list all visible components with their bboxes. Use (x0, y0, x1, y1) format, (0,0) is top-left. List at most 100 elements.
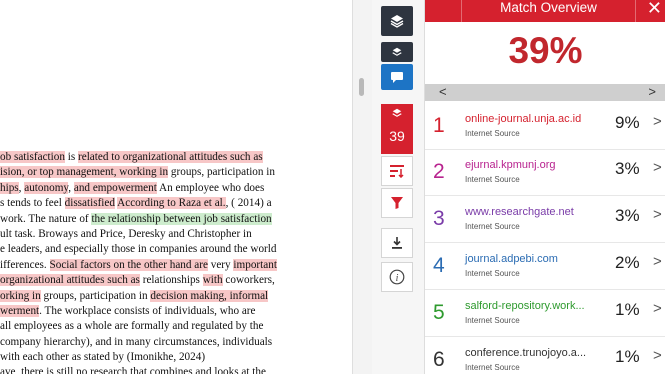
match-rank: 6 (433, 348, 445, 371)
document-text: ob satisfaction is related to organizati… (0, 150, 352, 374)
match-highlight[interactable]: ob satisfaction (0, 151, 65, 163)
chevron-left-icon[interactable]: < (439, 84, 447, 99)
document-line: s tends to feel dissatisfied According t… (0, 196, 352, 211)
document-text-run: ifferences. (0, 258, 50, 271)
scroll-thumb[interactable] (359, 78, 364, 96)
download-icon (392, 237, 402, 249)
info-button[interactable]: i (381, 262, 413, 292)
match-source-type: Internet Source (465, 363, 520, 372)
match-source: ejurnal.kpmunj.org (465, 159, 556, 171)
svg-text:i: i (396, 273, 399, 284)
document-text-run: e leaders, and especially those in compa… (0, 243, 277, 256)
document-text-run: all employees as a whole are formally an… (0, 320, 264, 333)
match-highlight[interactable]: hips (0, 181, 19, 194)
match-rank: 4 (433, 254, 445, 277)
match-highlight[interactable]: autonomy (24, 181, 69, 194)
chevron-right-icon[interactable]: > (648, 84, 656, 99)
match-source: online-journal.unja.ac.id (465, 113, 582, 125)
match-source: conference.trunojoyo.a... (465, 347, 587, 359)
match-source-type: Internet Source (465, 269, 520, 278)
sort-bars-icon (390, 165, 404, 178)
match-highlight[interactable]: organizational attitudes such as (0, 274, 140, 287)
comments-button[interactable] (381, 64, 413, 90)
match-percent: 1% (615, 347, 640, 366)
match-overview-panel: Match Overview ✕ 39% < > 1 online-journal… (424, 0, 665, 374)
layers-icon (392, 108, 402, 117)
match-source-type: Internet Source (465, 175, 520, 184)
toolbar: 39 i (372, 0, 424, 374)
match-percent: 9% (615, 113, 640, 132)
document-line: ifferences. Social factors on the other … (0, 258, 352, 273)
match-highlight[interactable]: decision making, informal (150, 289, 269, 302)
filter-sort-button[interactable] (381, 156, 413, 186)
match-highlight[interactable]: werment (117, 181, 157, 194)
document-line: all employees as a whole are formally an… (0, 319, 352, 334)
download-button[interactable] (381, 228, 413, 258)
chevron-right-icon[interactable]: > (653, 206, 662, 223)
document-text-run: ave, there is still no research that com… (0, 366, 266, 374)
document-line: hips, autonomy, and empowerment An emplo… (0, 181, 352, 196)
match-highlight[interactable]: werment (0, 304, 40, 317)
match-percent: 3% (615, 159, 640, 178)
document-line: orking in groups, participation in decis… (0, 289, 352, 304)
match-source-type: Internet Source (465, 222, 520, 231)
document-text-run: with each other as stated by (Imonikhe, … (0, 351, 206, 364)
funnel-icon (391, 197, 403, 209)
match-item[interactable]: 2 ejurnal.kpmunj.org Internet Source 3% > (425, 150, 665, 196)
match-source: www.researchgate.net (465, 206, 574, 218)
document-line: organizational attitudes such as relatio… (0, 273, 352, 288)
match-item[interactable]: 1 online-journal.unja.ac.id Internet Sourc… (425, 104, 665, 150)
document-scrollbar[interactable] (352, 0, 372, 374)
match-item[interactable]: 5 salford-repository.work... Internet Sour… (425, 291, 665, 337)
match-layer-button[interactable] (381, 42, 413, 62)
document-text-run: . The workplace consists of individuals,… (39, 304, 256, 317)
match-rank: 5 (433, 301, 445, 324)
chevron-right-icon[interactable]: > (653, 159, 662, 176)
match-highlight[interactable]: and empo (73, 181, 118, 194)
layers-icon (392, 47, 402, 56)
chevron-right-icon[interactable]: > (653, 300, 662, 317)
match-highlight[interactable]: related to organizational attitudes such… (78, 151, 263, 163)
match-item[interactable]: 4 journal.adpebi.com Internet Source 2% > (425, 244, 665, 290)
match-highlight-green[interactable]: the relationship between job satisfactio… (91, 212, 272, 225)
document-line: company hierarchy), and in many circumst… (0, 335, 352, 350)
document-text-run: coworkers, (222, 274, 275, 287)
panel-title: Match Overview (461, 0, 636, 22)
document-line: work. The nature of the relationship bet… (0, 212, 352, 227)
match-item[interactable]: 3 www.researchgate.net Internet Source 3% > (425, 197, 665, 243)
document-line: werment. The workplace consists of indiv… (0, 304, 352, 319)
document-line: ision, or top management, working in gro… (0, 165, 352, 180)
filter-button[interactable] (381, 188, 413, 218)
match-source-type: Internet Source (465, 129, 520, 138)
document-text-run: work. The nature of (0, 212, 92, 225)
match-item[interactable]: 6 conference.trunojoyo.a... Internet Sourc… (425, 338, 665, 374)
match-source: salford-repository.work... (465, 300, 585, 312)
match-highlight[interactable]: dissatisfied (64, 197, 115, 210)
document-text-run: ult task. Broways and Price, Deresky and… (0, 227, 252, 240)
match-source: journal.adpebi.com (465, 253, 558, 265)
document-text-run: is (64, 151, 78, 163)
match-source-type: Internet Source (465, 316, 520, 325)
chevron-right-icon[interactable]: > (653, 253, 662, 270)
match-percent: 2% (615, 253, 640, 272)
match-highlight[interactable]: orking in (0, 289, 41, 302)
document-text-run: relationships (139, 274, 203, 287)
document-text-run: An employee who does (156, 181, 265, 194)
match-highlight[interactable]: important (233, 258, 277, 271)
similarity-score-button[interactable]: 39 (381, 104, 413, 154)
document-text-run: , ( 2014) a (225, 197, 272, 210)
layers-button[interactable] (381, 6, 413, 36)
document-text-run: very (207, 258, 234, 271)
match-highlight[interactable]: According to Raza et al. (117, 197, 226, 210)
match-pager: < > (425, 84, 665, 101)
match-highlight[interactable]: with (202, 274, 223, 287)
match-highlight[interactable]: Social factors on the other hand are (49, 258, 208, 271)
chevron-right-icon[interactable]: > (653, 347, 662, 364)
document-viewer[interactable]: ob satisfaction is related to organizati… (0, 0, 352, 374)
chevron-right-icon[interactable]: > (653, 113, 662, 130)
match-highlight[interactable]: ision, or top management, working in (0, 166, 169, 179)
document-line: e leaders, and especially those in compa… (0, 242, 352, 257)
document-text-run: s tends to feel (0, 197, 65, 210)
close-icon[interactable]: ✕ (647, 0, 662, 19)
document-line: ave, there is still no research that com… (0, 365, 352, 374)
